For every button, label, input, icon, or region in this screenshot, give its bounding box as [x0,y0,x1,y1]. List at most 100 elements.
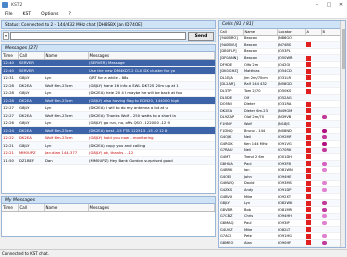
message-call[interactable]: DZ1BEF [18,156,44,165]
cell-call[interactable]: G4BVX [219,193,243,201]
cell-row[interactable]: [9A0BVU] Beacon JN74BS [219,41,345,49]
col-call[interactable]: Call [18,52,45,60]
message-call[interactable]: MM0UPZ [18,149,44,157]
cell-call[interactable]: DL9ZAP [219,114,243,122]
cell-call[interactable]: [9A0BVU] [219,41,243,49]
message-call[interactable]: DK2EA [18,134,44,142]
menu-options[interactable]: Options [36,12,63,17]
my-col-messages[interactable]: Messages [88,204,215,212]
cell-row[interactable]: DF9DE Olfo 2m JO42OI [219,61,345,69]
message-input[interactable] [10,32,186,40]
cell-row[interactable]: DK2EA Dieter 6m-23 JN49GM [219,107,345,115]
cell-call[interactable]: [DK0GHZ] [219,67,243,76]
message-call[interactable]: DK2EA [18,96,44,105]
minimize-button[interactable]: – [311,0,323,10]
cell-call[interactable]: [DB0FLP] [219,48,243,56]
cell-call[interactable]: G4OEI [219,173,243,181]
cell-row[interactable]: G7RAU Neil IO70RK [219,147,345,155]
cell-call[interactable]: G7CBZ [219,213,243,221]
cell-row[interactable]: F1DNQ Bruno - 144 JN08ND [219,127,345,135]
cell-row[interactable]: G4KWQ David IO93MS [219,180,345,188]
cell-call[interactable]: DF9DE [219,61,243,69]
cell-row[interactable]: DL3TP Tom 2/70 JO50KS [219,87,345,95]
cell-row[interactable]: G8JLY Lyn IO82WK [219,199,345,207]
cell-row[interactable]: G4RGK Ken 144 MHz IO91VG [219,140,345,148]
cell-row[interactable]: G4OEI John IO94HE [219,173,345,181]
message-row[interactable]: 12:28 DK2EA Wolf 6m-23cm (G8JLY) also havin… [2,96,215,105]
cell-call[interactable]: DO5NI [219,100,243,109]
cell-row[interactable]: GW1JFDJohnIO81PE [219,246,345,247]
message-row[interactable]: 12:28 G8JLY Lyn (DK2EA) heie 20 4 I maybe h… [2,89,215,97]
message-call[interactable]: G8JLY [18,119,44,127]
cell-call[interactable]: F1HNY [219,120,243,128]
cell-call[interactable]: G8VBR [219,206,243,214]
send-button[interactable]: Send [188,31,214,41]
cell-row[interactable]: DL1EJA Jim 2m/70cm JO31LR [219,74,345,82]
message-row[interactable]: 11:50 DZ1BEF Dan (MM0UPZ) Hey Bank Gordon s… [2,156,215,165]
message-row[interactable]: 12:40 SERVER (SERVER) Message [2,59,215,67]
cells-scrollbar[interactable] [340,21,345,247]
cell-call[interactable]: G8HUA [219,160,243,168]
cell-row[interactable]: [DL2AR] Ralf 144 432 JN58GD [219,81,345,89]
message-row[interactable]: 12:27 G8JLY Lyn (DK2EA) I will to do my ant… [2,104,215,112]
cell-call[interactable]: G4OJK [219,133,243,141]
cell-row[interactable]: G7ACI Pete IO91HG [219,232,345,240]
cell-call[interactable]: G4MT [219,153,243,161]
cell-row[interactable]: G4OJK Neil IO92MF [219,133,345,141]
my-col-time[interactable]: Time [2,204,19,212]
cell-row[interactable]: [9A0BRO] Beacon JN86GO [219,35,345,43]
cell-row[interactable]: DL9ZAP Olaf 2m/70 JN39VB [219,114,345,122]
cell-row[interactable]: [DF0ANN] Beacon JO50WR [219,54,345,62]
recipient-dropdown[interactable]: ▾ [3,32,9,40]
cell-row[interactable]: DO5NI Dieter JO31RA [219,100,345,109]
cell-call[interactable]: G8MAQ [219,219,243,227]
message-call[interactable]: G8JLY [18,89,44,97]
col-name[interactable]: Name [44,52,89,60]
cell-row[interactable]: G8HUA Paul IO93FB [219,160,345,168]
message-row[interactable]: 12:22 DK2EA Wolf 6m-23cm (G8JLY) hold you n… [2,134,215,142]
message-row[interactable]: 12:26 G8JLY Lyn (G8JLY) go run, no, offs QS… [2,119,215,127]
cell-row[interactable]: [DK0GHZ] Matthias JO54CD [219,67,345,76]
message-row[interactable]: 12:27 DK2EA Wolf 6m-23cm (DK2EA) Thanks Wol… [2,111,215,120]
message-call[interactable]: SERVER [18,66,44,75]
cell-call[interactable]: G7ACI [219,232,243,240]
cell-call[interactable]: GW1JFD [219,246,243,247]
cell-row[interactable]: G4BRK Ian IO81WN [219,166,345,174]
cell-row[interactable]: G4MT Trend 2 6m JO01DH [219,153,345,161]
cell-row[interactable]: G4UVZ Mike IO82LT [219,226,345,234]
my-col-call[interactable]: Call [18,204,45,212]
maximize-button[interactable]: □ [323,0,335,10]
message-call[interactable]: DK2EA [18,81,44,90]
cell-call[interactable]: G4BRK [219,166,243,174]
cell-call[interactable]: [DF0ANN] [219,54,243,62]
message-row[interactable]: 12:21 MM0UPZ Jan.dian 144.377 (G8JLY) ok, t… [2,149,215,157]
col-messages[interactable]: Messages [88,52,215,60]
cell-row[interactable]: DL5DE Olf JO52AG [219,94,345,102]
message-call[interactable]: G8JLY [18,74,44,82]
message-call[interactable]: DK2EA [18,126,44,135]
message-call[interactable]: G8JLY [18,141,44,150]
message-row[interactable]: 12:40 SERVER Use the new DM4KDT-2 CLX DX c… [2,66,215,75]
message-row[interactable]: 12:21 G8JLY Lyn (DK2EA) copy you and callin… [2,141,215,150]
cell-row[interactable]: F1HNY Wolf JN18JS [219,120,345,128]
message-row[interactable]: 12:31 G8JLY Lyn QRT for a while - 88s [2,74,215,82]
cell-call[interactable]: [9A0BRO] [219,35,243,43]
menu-help[interactable]: ? [63,12,75,17]
message-call[interactable]: G8JLY [18,104,44,112]
close-button[interactable]: ✕ [335,0,347,10]
cell-call[interactable]: G7RAU [219,147,243,155]
cell-row[interactable]: G8VBR Bob IO81MR [219,206,345,214]
scroll-thumb[interactable] [342,29,345,69]
cell-row[interactable]: [DB0FLP] Beacon JO53PL [219,48,345,56]
cell-call[interactable]: DL3TP [219,87,243,95]
message-row[interactable]: 12:28 DK2EA Wolf 6m-23cm (G8JLY) hane 16 in… [2,81,215,90]
message-call[interactable]: SERVER [18,59,44,67]
cell-call[interactable]: G8MEO [219,239,243,247]
cell-call[interactable]: DL5DE [219,94,243,102]
message-row[interactable]: 12:24 DK2EA Wolf 6m-23cm (DK2EA) best -15 F… [2,126,215,135]
cell-call[interactable]: G4KWQ [219,180,243,188]
cell-row[interactable]: G4ZKS Andy IO91DP [219,186,345,194]
cell-call[interactable]: G4UVZ [219,226,243,234]
cell-call[interactable]: [DL2AR] [219,81,243,89]
col-time[interactable]: Time [2,52,19,60]
